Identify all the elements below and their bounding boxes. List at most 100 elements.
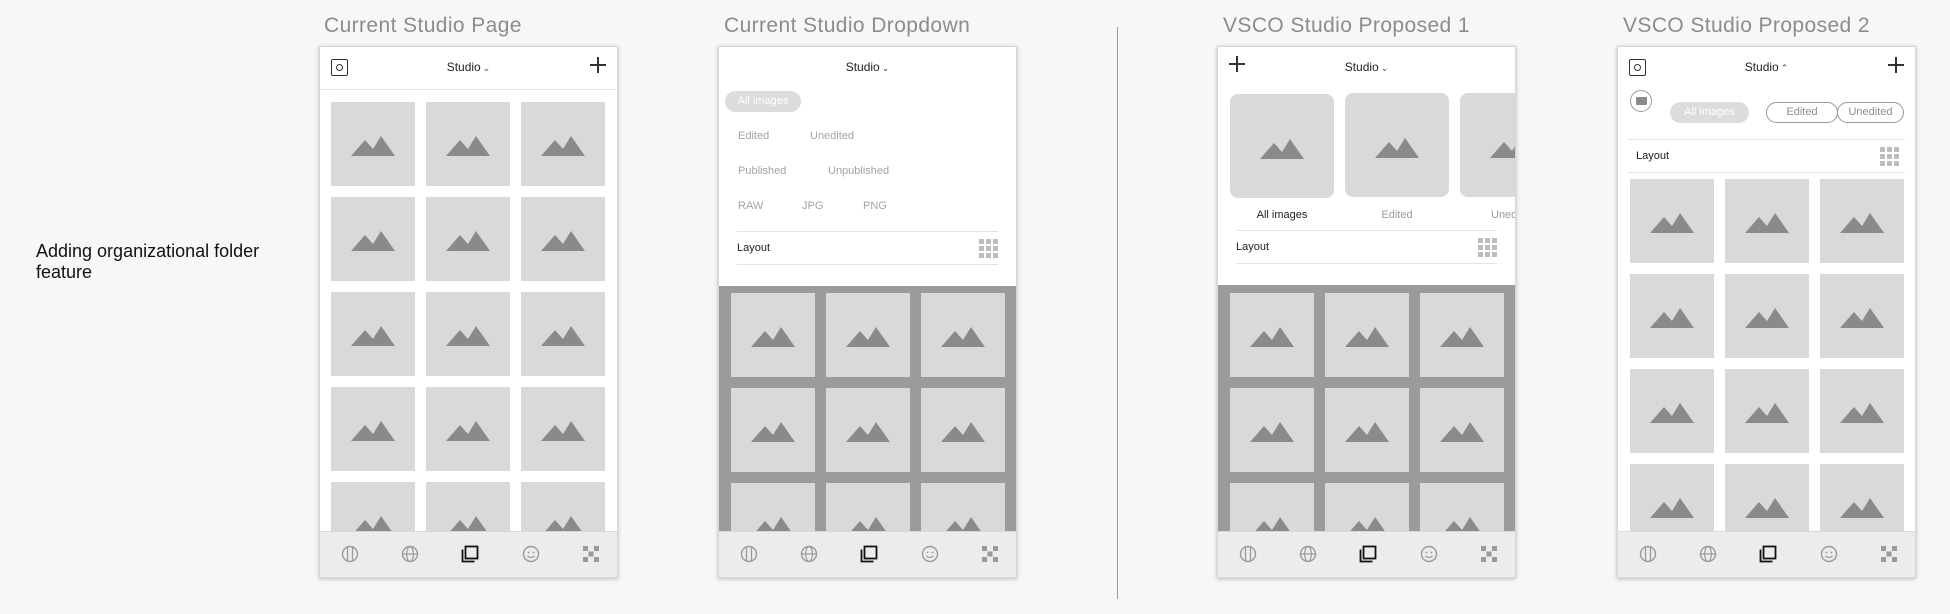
tab-bar [719, 531, 1016, 577]
profile-icon[interactable] [1420, 545, 1438, 563]
studio-dropdown-button[interactable]: Studio ⌄ [1218, 60, 1515, 74]
folder-all-images[interactable] [1230, 94, 1334, 198]
studio-dropdown-button[interactable]: Studio ⌄ [719, 60, 1016, 74]
camera-grid-icon[interactable] [582, 545, 600, 563]
phone-proposed-2: Studio ⌃ All images Edited Unedited Layou… [1617, 46, 1916, 578]
phone-current-studio: Studio ⌄ [319, 46, 618, 578]
image-thumbnail[interactable] [1420, 293, 1504, 377]
mountain-icon [941, 422, 985, 442]
phone-current-dropdown: Studio ⌄ All images Edited Unedited Publi… [718, 46, 1017, 578]
studio-icon[interactable] [860, 545, 878, 563]
mountain-icon [351, 231, 395, 251]
filter-all-images[interactable]: All images [1670, 102, 1749, 123]
image-thumbnail[interactable] [331, 387, 415, 471]
feed-icon[interactable] [1639, 545, 1657, 563]
image-thumbnail[interactable] [1820, 274, 1904, 358]
image-thumbnail[interactable] [731, 388, 815, 472]
discover-icon[interactable] [1299, 545, 1317, 563]
folder-unedited[interactable] [1460, 93, 1515, 197]
image-thumbnail[interactable] [521, 102, 605, 186]
discover-icon[interactable] [1699, 545, 1717, 563]
studio-dropdown-button[interactable]: Studio ⌄ [320, 60, 617, 74]
image-thumbnail[interactable] [1820, 179, 1904, 263]
image-thumbnail[interactable] [1725, 274, 1809, 358]
annotation-note: Adding organizational folder feature [36, 241, 260, 282]
image-thumbnail[interactable] [826, 293, 910, 377]
image-thumbnail[interactable] [331, 292, 415, 376]
image-thumbnail[interactable] [426, 387, 510, 471]
filter-edited[interactable]: Edited [738, 130, 769, 142]
filter-published[interactable]: Published [738, 165, 786, 177]
image-thumbnail[interactable] [426, 197, 510, 281]
profile-icon[interactable] [1820, 545, 1838, 563]
feed-icon[interactable] [740, 545, 758, 563]
feed-icon[interactable] [1239, 545, 1257, 563]
profile-icon[interactable] [522, 545, 540, 563]
layout-row[interactable]: Layout [1628, 139, 1905, 173]
mountain-icon [846, 422, 890, 442]
image-thumbnail[interactable] [731, 293, 815, 377]
discover-icon[interactable] [401, 545, 419, 563]
camera-grid-icon[interactable] [1880, 545, 1898, 563]
image-thumbnail[interactable] [426, 102, 510, 186]
filter-unedited[interactable]: Unedited [810, 130, 854, 142]
mountain-icon [1745, 498, 1789, 518]
camera-grid-icon[interactable] [981, 545, 999, 563]
camera-grid-icon[interactable] [1480, 545, 1498, 563]
plus-icon[interactable] [590, 57, 606, 73]
image-thumbnail[interactable] [1420, 388, 1504, 472]
image-grid [731, 293, 1005, 567]
image-thumbnail[interactable] [1725, 369, 1809, 453]
layout-label: Layout [1236, 241, 1270, 253]
studio-dropdown-button[interactable]: Studio ⌃ [1618, 60, 1915, 74]
image-thumbnail[interactable] [521, 292, 605, 376]
mountain-icon [1745, 213, 1789, 233]
mountain-icon [446, 326, 490, 346]
tab-bar [320, 531, 617, 577]
grid-layout-icon[interactable] [1880, 147, 1899, 166]
filter-unedited[interactable]: Unedited [1837, 102, 1904, 123]
feed-icon[interactable] [341, 545, 359, 563]
filter-edited[interactable]: Edited [1766, 102, 1838, 123]
image-thumbnail[interactable] [921, 388, 1005, 472]
profile-icon[interactable] [921, 545, 939, 563]
filter-jpg[interactable]: JPG [802, 200, 823, 212]
layout-row[interactable]: Layout [737, 231, 998, 265]
mountain-icon [1840, 403, 1884, 423]
image-thumbnail[interactable] [1325, 293, 1409, 377]
image-thumbnail[interactable] [331, 102, 415, 186]
layout-row[interactable]: Layout [1236, 230, 1497, 264]
grid-layout-icon[interactable] [979, 239, 998, 258]
mountain-icon [751, 422, 795, 442]
mountain-icon [1840, 308, 1884, 328]
image-thumbnail[interactable] [1325, 388, 1409, 472]
filter-png[interactable]: PNG [863, 200, 887, 212]
plus-icon[interactable] [1888, 57, 1904, 73]
image-thumbnail[interactable] [331, 197, 415, 281]
studio-icon[interactable] [461, 545, 479, 563]
tab-bar [1618, 531, 1915, 577]
image-thumbnail[interactable] [521, 197, 605, 281]
image-thumbnail[interactable] [1820, 369, 1904, 453]
image-grid [1230, 293, 1504, 567]
folder-icon[interactable] [1630, 90, 1652, 112]
folder-edited[interactable] [1345, 93, 1449, 197]
studio-icon[interactable] [1759, 545, 1777, 563]
image-thumbnail[interactable] [1630, 274, 1714, 358]
grid-layout-icon[interactable] [1478, 238, 1497, 257]
image-thumbnail[interactable] [826, 388, 910, 472]
discover-icon[interactable] [800, 545, 818, 563]
chevron-down-icon: ⌄ [482, 63, 491, 73]
image-thumbnail[interactable] [921, 293, 1005, 377]
studio-icon[interactable] [1359, 545, 1377, 563]
filter-raw[interactable]: RAW [738, 200, 763, 212]
filter-unpublished[interactable]: Unpublished [828, 165, 889, 177]
filter-all-images[interactable]: All images [725, 91, 801, 112]
image-thumbnail[interactable] [1230, 388, 1314, 472]
image-thumbnail[interactable] [1725, 179, 1809, 263]
image-thumbnail[interactable] [521, 387, 605, 471]
image-thumbnail[interactable] [1230, 293, 1314, 377]
image-thumbnail[interactable] [1630, 369, 1714, 453]
image-thumbnail[interactable] [1630, 179, 1714, 263]
image-thumbnail[interactable] [426, 292, 510, 376]
